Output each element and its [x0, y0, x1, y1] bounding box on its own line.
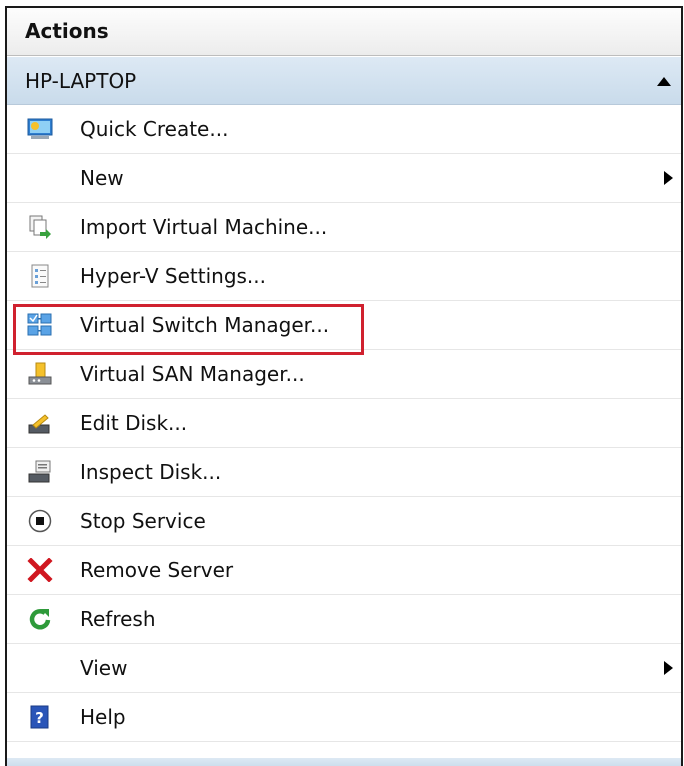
- edit-disk-icon: [27, 411, 53, 435]
- switch-manager-icon: [27, 313, 53, 337]
- next-section-header-strip: [7, 758, 681, 766]
- submenu-arrow-icon: [664, 171, 673, 185]
- action-label: Virtual Switch Manager...: [80, 313, 330, 337]
- action-refresh[interactable]: Refresh: [7, 595, 681, 644]
- actions-panel: Actions HP-LAPTOP Quick Create... New Im…: [5, 6, 683, 766]
- action-hyper-v-settings[interactable]: Hyper-V Settings...: [7, 252, 681, 301]
- submenu-arrow-icon: [664, 661, 673, 675]
- action-edit-disk[interactable]: Edit Disk...: [7, 399, 681, 448]
- import-icon: [27, 215, 53, 239]
- collapse-arrow-icon[interactable]: [657, 77, 671, 86]
- action-new[interactable]: New: [7, 154, 681, 203]
- action-help[interactable]: ? Help: [7, 693, 681, 742]
- action-label: Inspect Disk...: [80, 460, 222, 484]
- action-label: Refresh: [80, 607, 156, 631]
- settings-icon: [27, 264, 53, 288]
- section-header-label: HP-LAPTOP: [25, 69, 137, 93]
- refresh-icon: [27, 607, 53, 631]
- action-remove-server[interactable]: Remove Server: [7, 546, 681, 595]
- action-label: Import Virtual Machine...: [80, 215, 328, 239]
- action-virtual-san-manager[interactable]: Virtual SAN Manager...: [7, 350, 681, 399]
- action-import-virtual-machine[interactable]: Import Virtual Machine...: [7, 203, 681, 252]
- action-stop-service[interactable]: Stop Service: [7, 497, 681, 546]
- stop-icon: [27, 509, 53, 533]
- action-virtual-switch-manager[interactable]: Virtual Switch Manager...: [7, 301, 681, 350]
- actions-list: Quick Create... New Import Virtual Machi…: [7, 105, 681, 742]
- san-manager-icon: [27, 362, 53, 386]
- section-header-hp-laptop[interactable]: HP-LAPTOP: [7, 57, 681, 105]
- help-icon: ?: [27, 705, 53, 729]
- remove-icon: [27, 558, 53, 582]
- action-view[interactable]: View: [7, 644, 681, 693]
- action-label: Hyper-V Settings...: [80, 264, 267, 288]
- action-label: Quick Create...: [80, 117, 229, 141]
- inspect-disk-icon: [27, 460, 53, 484]
- action-label: Virtual SAN Manager...: [80, 362, 305, 386]
- svg-text:?: ?: [35, 709, 44, 727]
- quick-create-icon: [27, 117, 53, 141]
- action-label: Edit Disk...: [80, 411, 188, 435]
- action-label: Stop Service: [80, 509, 206, 533]
- action-inspect-disk[interactable]: Inspect Disk...: [7, 448, 681, 497]
- action-quick-create[interactable]: Quick Create...: [7, 105, 681, 154]
- actions-panel-title: Actions: [7, 8, 681, 56]
- action-label: View: [80, 656, 128, 680]
- action-label: New: [80, 166, 124, 190]
- action-label: Remove Server: [80, 558, 234, 582]
- action-label: Help: [80, 705, 126, 729]
